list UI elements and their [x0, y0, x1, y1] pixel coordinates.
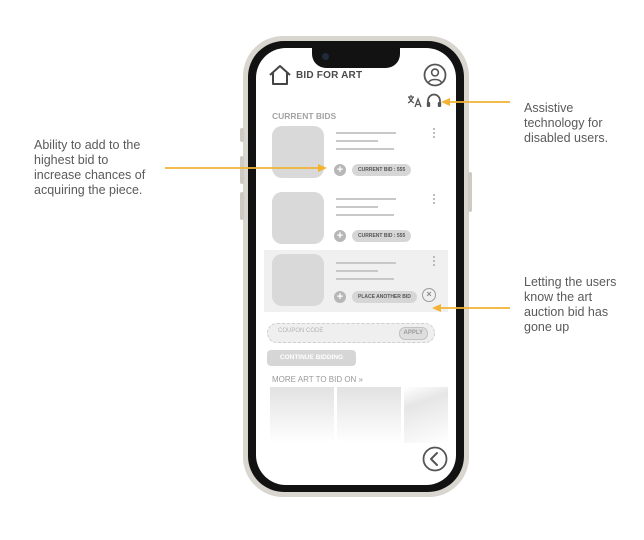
arrow-assistive-head	[441, 98, 450, 106]
arrow-bid-up-head	[432, 304, 441, 312]
annotation-arrows	[165, 98, 510, 312]
arrow-add-bid-head	[318, 164, 327, 172]
